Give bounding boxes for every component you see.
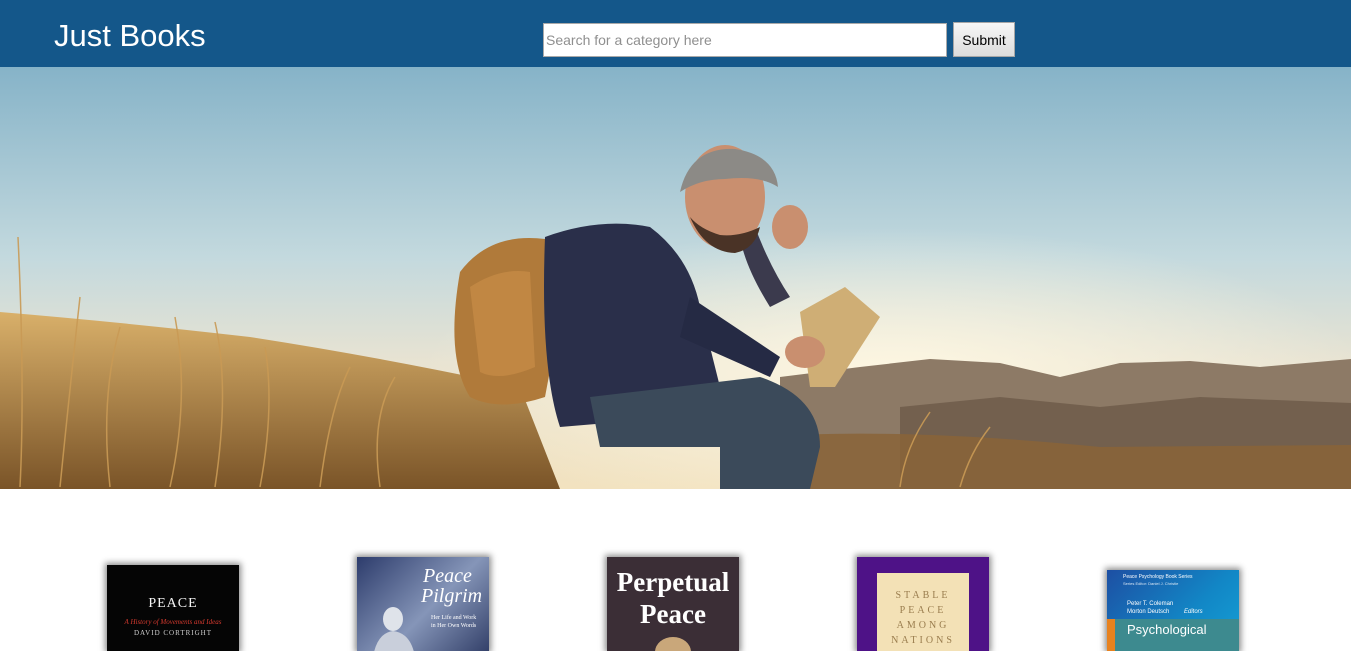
book-list: PEACE A History of Movements and Ideas D… (0, 489, 1351, 651)
book-cover-peace[interactable]: PEACE A History of Movements and Ideas D… (107, 565, 239, 651)
book-title: Psychological (1127, 622, 1207, 637)
book-title: PEACE (148, 596, 198, 611)
book-title-line: Perpetual (616, 567, 730, 597)
book-cover-psychological[interactable]: Peace Psychology Book Series Series Edit… (1107, 570, 1239, 651)
book-editors-label: Editors (1184, 609, 1203, 615)
search-input[interactable] (543, 23, 947, 57)
book-title-line: Peace (640, 599, 706, 629)
site-logo[interactable]: Just Books (54, 18, 206, 54)
hero-image (0, 67, 1351, 489)
book-cover-perpetual-peace[interactable]: Perpetual Peace (607, 557, 739, 651)
book-series: Peace Psychology Book Series (1123, 574, 1193, 580)
book-title-line: Pilgrim (421, 585, 483, 607)
book-cover-peace-pilgrim[interactable]: Peace Pilgrim Her Life and Work in Her O… (357, 557, 489, 651)
portrait-image (655, 637, 691, 651)
book-title-line: NATIONS (891, 635, 955, 646)
book-subtitle: A History of Movements and Ideas (124, 618, 222, 626)
book-editor: Peter T. Coleman (1127, 601, 1174, 607)
book-author: DAVID CORTRIGHT (133, 629, 213, 637)
book-subtitle-line: in Her Own Words (431, 623, 477, 629)
cover-accent (1107, 619, 1115, 651)
book-series-editor: Series Editor: Daniel J. Christie (1123, 581, 1179, 586)
book-title-line: AMONG (896, 620, 950, 631)
book-title-line: STABLE (895, 590, 951, 601)
book-subtitle-line: Her Life and Work (431, 615, 477, 621)
submit-button[interactable]: Submit (953, 22, 1015, 57)
hero-photo (0, 67, 1351, 489)
book-cover-stable-peace[interactable]: STABLE PEACE AMONG NATIONS (857, 557, 989, 651)
portrait-image (374, 607, 414, 651)
book-title-line: PEACE (899, 605, 947, 616)
header-bar: Just Books Submit (0, 0, 1351, 67)
book-editor: Morton Deutsch (1127, 609, 1170, 615)
